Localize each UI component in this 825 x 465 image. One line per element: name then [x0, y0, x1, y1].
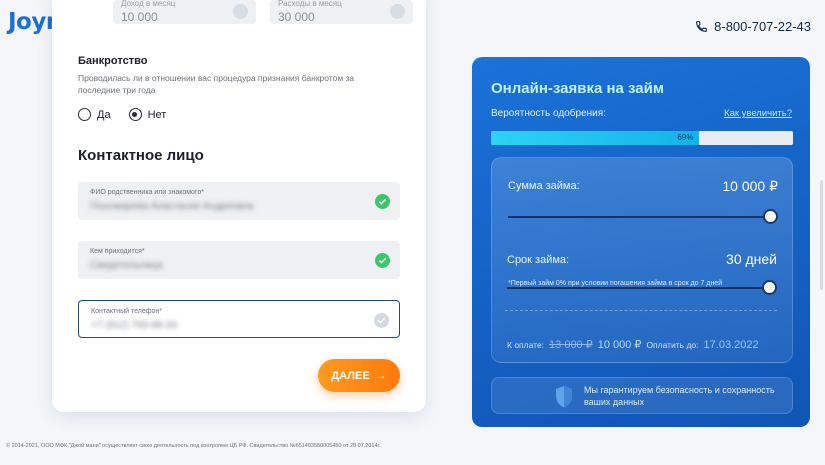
pay-label: К оплате: — [507, 340, 545, 350]
divider — [505, 310, 777, 311]
footer-copyright: © 2014-2021, ООО МФК "Джой мани" осущест… — [6, 443, 381, 449]
panel-title: Онлайн-заявка на займ — [491, 80, 664, 97]
relative-name-value: Пономарева Анастасия Андреевна — [90, 201, 254, 212]
scrollbar[interactable] — [820, 180, 823, 290]
valid-check-icon — [375, 194, 390, 209]
pay-until-date: 17.03.2022 — [703, 339, 759, 351]
radio-yes-label: Да — [97, 108, 111, 121]
bankruptcy-title: Банкротство — [78, 55, 148, 67]
security-guarantee: Мы гарантируем безопасность и сохранност… — [491, 377, 793, 414]
expenses-label: Расходы в месяц — [278, 0, 342, 8]
approval-probability-label: Вероятность одобрения: — [491, 108, 606, 119]
bankruptcy-radio-group: Да Нет — [78, 108, 166, 121]
income-field[interactable]: Доход в месяц 10 000 — [113, 0, 256, 24]
amount-slider-handle[interactable] — [763, 209, 778, 224]
income-fields-row: Доход в месяц 10 000 Расходы в месяц 30 … — [113, 0, 413, 24]
next-button[interactable]: ДАЛЕЕ → — [318, 359, 400, 392]
check-icon — [233, 4, 248, 19]
relative-name-field[interactable]: ФИО родственника или знакомого* Пономаре… — [78, 182, 400, 220]
radio-no[interactable]: Нет — [128, 108, 167, 121]
approval-progress-fill: 69% — [491, 131, 700, 145]
amount-label: Сумма займа: — [508, 180, 580, 192]
guarantee-text: Мы гарантируем безопасность и сохранност… — [584, 384, 775, 407]
valid-check-icon — [375, 253, 390, 268]
relation-field[interactable]: Кем приходится* Свидетельница — [78, 241, 400, 279]
relative-name-label: ФИО родственника или знакомого* — [90, 189, 204, 196]
contact-phone-label: Контактный телефон* — [91, 308, 162, 315]
expenses-value: 30 000 — [278, 10, 315, 24]
relation-label: Кем приходится* — [90, 248, 145, 255]
term-slider-handle[interactable] — [762, 280, 777, 295]
income-value: 10 000 — [121, 10, 158, 24]
first-loan-note: *Первый займ 0% при условии погашения за… — [508, 280, 723, 287]
contact-phone-value: +7 (912) 765-88-33 — [91, 320, 177, 331]
check-icon — [390, 4, 405, 19]
how-to-increase-link[interactable]: Как увеличить? — [724, 108, 792, 119]
pay-until-label: Оплатить до: — [646, 340, 699, 350]
approval-progress-bar: 69% — [491, 131, 793, 145]
expenses-field[interactable]: Расходы в месяц 30 000 — [270, 0, 413, 24]
bankruptcy-description: Проводилась ли в отношении вас процедура… — [78, 73, 355, 95]
amount-value: 10 000 ₽ — [722, 178, 778, 194]
term-value: 30 дней — [726, 251, 777, 267]
pending-check-icon — [374, 313, 389, 328]
amount-slider[interactable] — [508, 209, 778, 224]
radio-yes[interactable]: Да — [78, 108, 111, 121]
radio-no-circle[interactable] — [128, 108, 142, 121]
phone-link[interactable]: 8-800-707-22-43 — [695, 19, 811, 34]
relation-value: Свидетельница — [90, 260, 163, 271]
approval-percent: 69% — [677, 133, 694, 142]
radio-no-label: Нет — [147, 108, 167, 121]
loan-application-panel: Онлайн-заявка на займ Вероятность одобре… — [472, 57, 810, 427]
pay-new-amount: 10 000 ₽ — [597, 339, 642, 351]
shield-icon — [556, 386, 572, 408]
income-label: Доход в месяц — [121, 0, 176, 8]
arrow-right-icon: → — [375, 369, 387, 382]
term-slider[interactable] — [507, 280, 777, 295]
phone-number: 8-800-707-22-43 — [714, 19, 811, 34]
payment-summary: К оплате: 13 000 ₽ 10 000 ₽ Оплатить до:… — [507, 338, 759, 351]
pay-old-amount: 13 000 ₽ — [549, 339, 593, 351]
contact-phone-field[interactable]: Контактный телефон* +7 (912) 765-88-33 — [78, 300, 400, 338]
radio-yes-circle[interactable] — [78, 108, 91, 121]
contact-person-title: Контактное лицо — [78, 147, 204, 164]
next-button-label: ДАЛЕЕ — [331, 369, 370, 382]
phone-icon — [696, 21, 708, 32]
term-label: Срок займа: — [507, 254, 570, 266]
